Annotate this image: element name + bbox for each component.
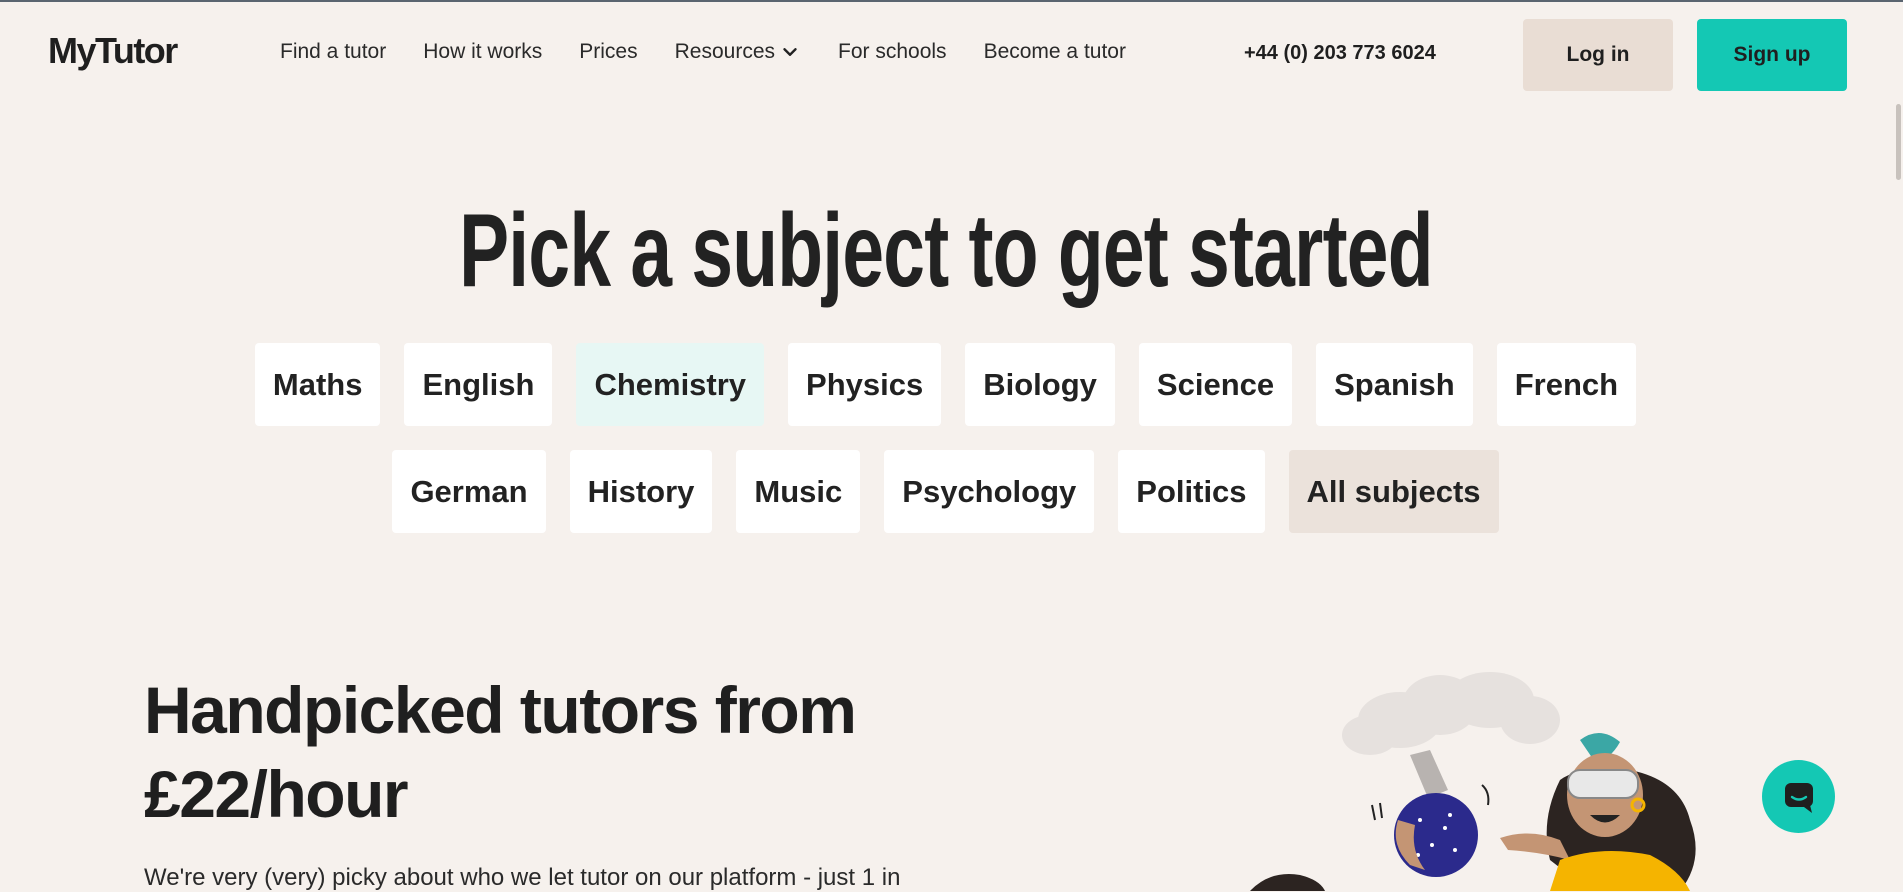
signup-button[interactable]: Sign up (1697, 19, 1847, 91)
chat-icon (1784, 782, 1813, 813)
chat-launcher-button[interactable] (1762, 760, 1835, 833)
subject-chip-history[interactable]: History (569, 450, 713, 533)
mytutor-logo[interactable]: MyTutor (48, 30, 178, 72)
subject-chip-physics[interactable]: Physics (788, 343, 942, 426)
subject-chips-row-2: German History Music Psychology Politics… (0, 450, 1891, 533)
nav-resources[interactable]: Resources (675, 40, 801, 64)
phone-number-link[interactable]: +44 (0) 203 773 6024 (1244, 42, 1436, 65)
site-header: MyTutor Find a tutor How it works Prices… (0, 2, 1903, 106)
subject-chip-politics[interactable]: Politics (1118, 450, 1265, 533)
nav-for-schools[interactable]: For schools (838, 40, 947, 64)
handpicked-description: We're very (very) picky about who we let… (144, 864, 901, 891)
subject-chip-maths[interactable]: Maths (254, 343, 381, 426)
subject-chip-english[interactable]: English (404, 343, 553, 426)
subject-chip-chemistry[interactable]: Chemistry (576, 343, 765, 426)
main-nav: Find a tutor How it works Prices Resourc… (280, 40, 1163, 64)
subject-chip-spanish[interactable]: Spanish (1316, 343, 1473, 426)
handpicked-title-line-1: Handpicked tutors from (144, 673, 857, 747)
handpicked-title: Handpicked tutors from £22/hour (144, 668, 964, 836)
login-button[interactable]: Log in (1523, 19, 1673, 91)
chemistry-tutor-illustration (1250, 672, 1696, 891)
subject-chip-psychology[interactable]: Psychology (884, 450, 1095, 533)
nav-become-a-tutor[interactable]: Become a tutor (984, 40, 1126, 64)
hero-title: Pick a subject to get started (459, 193, 1433, 309)
nav-prices[interactable]: Prices (579, 40, 637, 64)
subject-chip-biology[interactable]: Biology (965, 343, 1115, 426)
subject-chip-french[interactable]: French (1496, 343, 1637, 426)
nav-find-a-tutor[interactable]: Find a tutor (280, 40, 386, 64)
subject-chips-row-1: Maths English Chemistry Physics Biology … (0, 343, 1891, 426)
subject-chip-all-subjects[interactable]: All subjects (1288, 450, 1499, 533)
handpicked-title-line-2: £22/hour (144, 757, 409, 831)
chevron-down-icon (783, 48, 797, 56)
subject-chip-science[interactable]: Science (1138, 343, 1293, 426)
subject-chip-music[interactable]: Music (736, 450, 861, 533)
subject-chip-german[interactable]: German (392, 450, 546, 533)
nav-resources-label: Resources (674, 40, 776, 63)
scrollbar-thumb[interactable] (1896, 104, 1901, 180)
nav-how-it-works[interactable]: How it works (423, 40, 542, 64)
